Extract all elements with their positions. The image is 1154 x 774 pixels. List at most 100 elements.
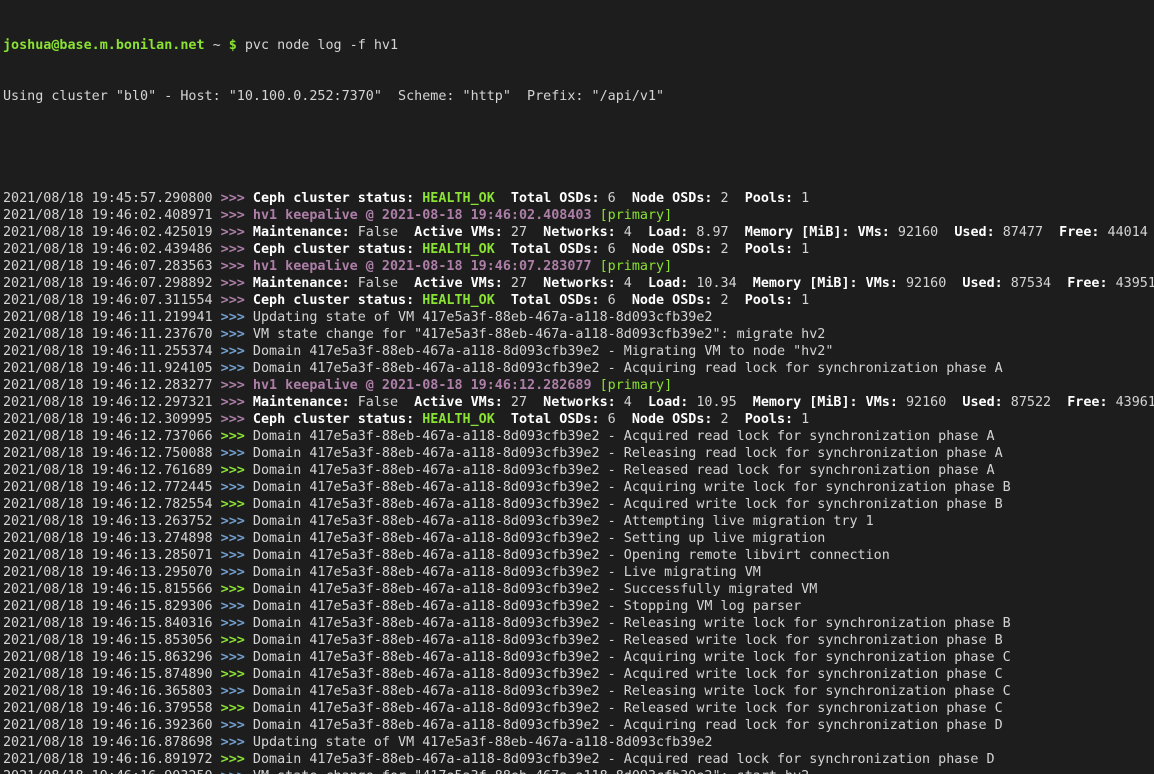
prompt-command: pvc node log -f hv1 bbox=[245, 38, 398, 53]
log-message: Domain 417e5a3f-88eb-467a-a118-8d093cfb3… bbox=[253, 667, 1003, 682]
log-line: 2021/08/18 19:46:11.924105 >>> Domain 41… bbox=[3, 360, 1154, 377]
log-line: 2021/08/18 19:46:15.829306 >>> Domain 41… bbox=[3, 598, 1154, 615]
log-line: 2021/08/18 19:46:16.379558 >>> Domain 41… bbox=[3, 700, 1154, 717]
log-fence-icon: >>> bbox=[221, 242, 253, 257]
log-message: Domain 417e5a3f-88eb-467a-a118-8d093cfb3… bbox=[253, 752, 995, 767]
log-timestamp: 2021/08/18 19:46:16.878698 bbox=[3, 735, 221, 750]
log-line: 2021/08/18 19:46:12.761689 >>> Domain 41… bbox=[3, 462, 1154, 479]
log-line: 2021/08/18 19:46:12.297321 >>> Maintenan… bbox=[3, 394, 1154, 411]
log-timestamp: 2021/08/18 19:46:11.237670 bbox=[3, 327, 221, 342]
log-fence-icon: >>> bbox=[221, 480, 253, 495]
log-fence-icon: >>> bbox=[221, 446, 253, 461]
log-line: 2021/08/18 19:46:15.863296 >>> Domain 41… bbox=[3, 649, 1154, 666]
log-message: Domain 417e5a3f-88eb-467a-a118-8d093cfb3… bbox=[253, 582, 817, 597]
log-line: 2021/08/18 19:46:13.263752 >>> Domain 41… bbox=[3, 513, 1154, 530]
log-message: Domain 417e5a3f-88eb-467a-a118-8d093cfb3… bbox=[253, 650, 1011, 665]
log-fence-icon: >>> bbox=[221, 225, 253, 240]
log-message: hv1 keepalive @ 2021-08-18 19:46:12.2826… bbox=[253, 378, 672, 393]
log-fence-icon: >>> bbox=[221, 259, 253, 274]
log-message: Domain 417e5a3f-88eb-467a-a118-8d093cfb3… bbox=[253, 429, 995, 444]
log-timestamp: 2021/08/18 19:46:16.379558 bbox=[3, 701, 221, 716]
log-timestamp: 2021/08/18 19:46:02.425019 bbox=[3, 225, 221, 240]
log-timestamp: 2021/08/18 19:46:12.782554 bbox=[3, 497, 221, 512]
log-line: 2021/08/18 19:46:16.878698 >>> Updating … bbox=[3, 734, 1154, 751]
prompt-separator bbox=[221, 38, 229, 53]
log-message: VM state change for "417e5a3f-88eb-467a-… bbox=[253, 327, 825, 342]
log-fence-icon: >>> bbox=[221, 327, 253, 342]
log-timestamp: 2021/08/18 19:46:11.924105 bbox=[3, 361, 221, 376]
log-timestamp: 2021/08/18 19:46:12.283277 bbox=[3, 378, 221, 393]
log-fence-icon: >>> bbox=[221, 412, 253, 427]
log-timestamp: 2021/08/18 19:45:57.290800 bbox=[3, 191, 221, 206]
log-message: Maintenance: False Active VMs: 27 Networ… bbox=[253, 225, 1148, 240]
log-line: 2021/08/18 19:46:13.295070 >>> Domain 41… bbox=[3, 564, 1154, 581]
log-message: Updating state of VM 417e5a3f-88eb-467a-… bbox=[253, 735, 713, 750]
log-line: 2021/08/18 19:46:13.274898 >>> Domain 41… bbox=[3, 530, 1154, 547]
prompt-line: joshua@base.m.bonilan.net ~ $ pvc node l… bbox=[3, 37, 1154, 54]
log-message: Maintenance: False Active VMs: 27 Networ… bbox=[253, 276, 1154, 291]
log-fence-icon: >>> bbox=[221, 667, 253, 682]
log-timestamp: 2021/08/18 19:46:12.750088 bbox=[3, 446, 221, 461]
prompt-separator bbox=[205, 38, 213, 53]
log-fence-icon: >>> bbox=[221, 361, 253, 376]
log-message: Domain 417e5a3f-88eb-467a-a118-8d093cfb3… bbox=[253, 718, 1003, 733]
log-line: 2021/08/18 19:46:11.237670 >>> VM state … bbox=[3, 326, 1154, 343]
log-message: Ceph cluster status: HEALTH_OK Total OSD… bbox=[253, 293, 809, 308]
log-message: Domain 417e5a3f-88eb-467a-a118-8d093cfb3… bbox=[253, 463, 995, 478]
log-timestamp: 2021/08/18 19:46:11.255374 bbox=[3, 344, 221, 359]
log-timestamp: 2021/08/18 19:46:12.309995 bbox=[3, 412, 221, 427]
log-timestamp: 2021/08/18 19:46:07.311554 bbox=[3, 293, 221, 308]
log-message: Domain 417e5a3f-88eb-467a-a118-8d093cfb3… bbox=[253, 344, 833, 359]
log-message: Ceph cluster status: HEALTH_OK Total OSD… bbox=[253, 412, 809, 427]
log-message: Domain 417e5a3f-88eb-467a-a118-8d093cfb3… bbox=[253, 701, 1003, 716]
log-fence-icon: >>> bbox=[221, 565, 253, 580]
log-message: Domain 417e5a3f-88eb-467a-a118-8d093cfb3… bbox=[253, 548, 890, 563]
log-message: Domain 417e5a3f-88eb-467a-a118-8d093cfb3… bbox=[253, 616, 1011, 631]
prompt-cwd: ~ bbox=[213, 38, 221, 53]
log-line: 2021/08/18 19:46:15.853056 >>> Domain 41… bbox=[3, 632, 1154, 649]
log-fence-icon: >>> bbox=[221, 752, 253, 767]
log-timestamp: 2021/08/18 19:46:11.219941 bbox=[3, 310, 221, 325]
log-line: 2021/08/18 19:46:07.311554 >>> Ceph clus… bbox=[3, 292, 1154, 309]
log-fence-icon: >>> bbox=[221, 497, 253, 512]
log-line: 2021/08/18 19:46:02.408971 >>> hv1 keepa… bbox=[3, 207, 1154, 224]
log-line: 2021/08/18 19:46:11.219941 >>> Updating … bbox=[3, 309, 1154, 326]
log-message: VM state change for "417e5a3f-88eb-467a-… bbox=[253, 769, 809, 774]
terminal-window[interactable]: joshua@base.m.bonilan.net ~ $ pvc node l… bbox=[0, 0, 1154, 774]
log-line: 2021/08/18 19:46:12.772445 >>> Domain 41… bbox=[3, 479, 1154, 496]
log-line: 2021/08/18 19:46:12.283277 >>> hv1 keepa… bbox=[3, 377, 1154, 394]
log-line: 2021/08/18 19:46:12.737066 >>> Domain 41… bbox=[3, 428, 1154, 445]
log-message: Domain 417e5a3f-88eb-467a-a118-8d093cfb3… bbox=[253, 497, 1003, 512]
log-timestamp: 2021/08/18 19:46:13.274898 bbox=[3, 531, 221, 546]
log-fence-icon: >>> bbox=[221, 633, 253, 648]
log-line: 2021/08/18 19:46:02.425019 >>> Maintenan… bbox=[3, 224, 1154, 241]
log-fence-icon: >>> bbox=[221, 718, 253, 733]
log-fence-icon: >>> bbox=[221, 344, 253, 359]
log-fence-icon: >>> bbox=[221, 310, 253, 325]
log-line: 2021/08/18 19:46:12.309995 >>> Ceph clus… bbox=[3, 411, 1154, 428]
log-timestamp: 2021/08/18 19:46:02.439486 bbox=[3, 242, 221, 257]
log-fence-icon: >>> bbox=[221, 531, 253, 546]
log-message: Maintenance: False Active VMs: 27 Networ… bbox=[253, 395, 1154, 410]
log-output: 2021/08/18 19:45:57.290800 >>> Ceph clus… bbox=[3, 190, 1154, 774]
log-timestamp: 2021/08/18 19:46:12.737066 bbox=[3, 429, 221, 444]
log-timestamp: 2021/08/18 19:46:07.283563 bbox=[3, 259, 221, 274]
prompt-separator bbox=[237, 38, 245, 53]
log-message: Updating state of VM 417e5a3f-88eb-467a-… bbox=[253, 310, 713, 325]
log-fence-icon: >>> bbox=[221, 463, 253, 478]
log-timestamp: 2021/08/18 19:46:12.761689 bbox=[3, 463, 221, 478]
log-timestamp: 2021/08/18 19:46:15.874890 bbox=[3, 667, 221, 682]
log-timestamp: 2021/08/18 19:46:16.891972 bbox=[3, 752, 221, 767]
log-timestamp: 2021/08/18 19:46:12.772445 bbox=[3, 480, 221, 495]
log-fence-icon: >>> bbox=[221, 208, 253, 223]
log-timestamp: 2021/08/18 19:46:16.365803 bbox=[3, 684, 221, 699]
log-timestamp: 2021/08/18 19:46:07.298892 bbox=[3, 276, 221, 291]
log-line: 2021/08/18 19:46:12.782554 >>> Domain 41… bbox=[3, 496, 1154, 513]
log-timestamp: 2021/08/18 19:46:13.295070 bbox=[3, 565, 221, 580]
log-timestamp: 2021/08/18 19:46:15.840316 bbox=[3, 616, 221, 631]
log-line: 2021/08/18 19:46:02.439486 >>> Ceph clus… bbox=[3, 241, 1154, 258]
blank-line bbox=[3, 139, 1154, 156]
log-line: 2021/08/18 19:46:11.255374 >>> Domain 41… bbox=[3, 343, 1154, 360]
log-fence-icon: >>> bbox=[221, 514, 253, 529]
log-fence-icon: >>> bbox=[221, 769, 253, 774]
